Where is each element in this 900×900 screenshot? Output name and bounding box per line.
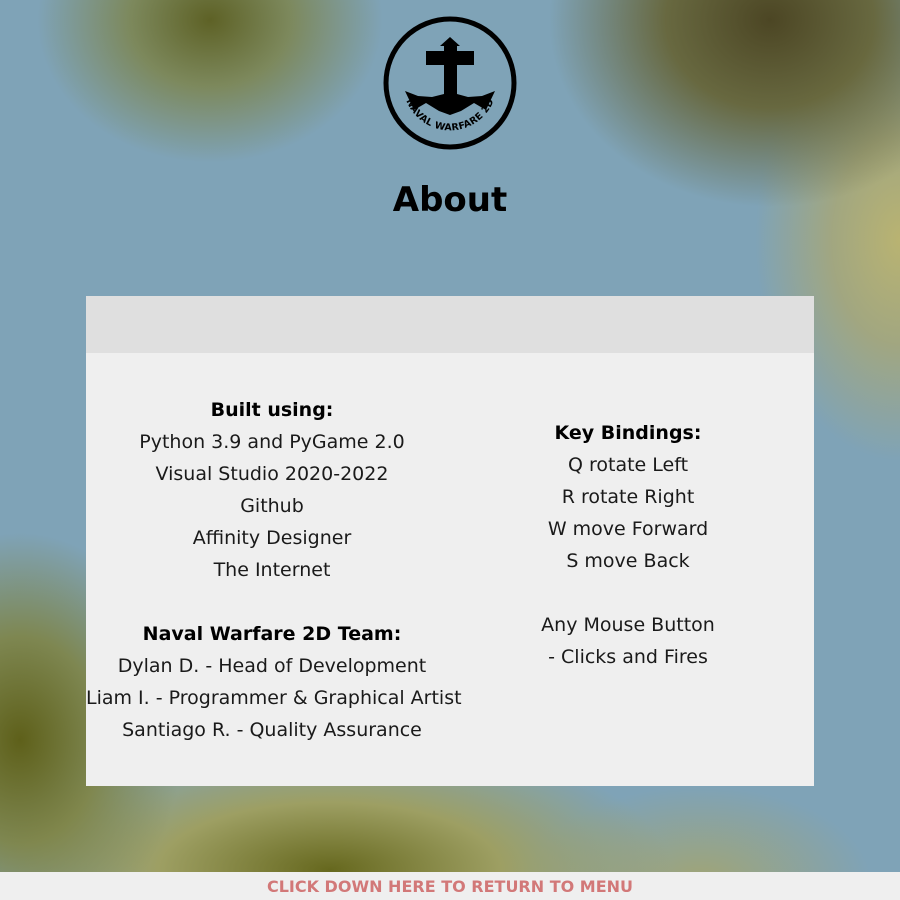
naval-warfare-logo: NAVAL WARFARE 2D	[383, 16, 517, 150]
built-using-item: Visual Studio 2020-2022	[155, 463, 389, 485]
mouse-binding-line: - Clicks and Fires	[548, 646, 708, 668]
key-binding-item: W move Forward	[547, 518, 709, 540]
key-binding-item: R rotate Right	[561, 486, 695, 508]
return-to-menu-link[interactable]: CLICK DOWN HERE TO RETURN TO MENU	[267, 877, 633, 896]
page-title: About	[392, 180, 508, 220]
team-heading: Naval Warfare 2D Team:	[142, 623, 402, 645]
right-column: Key Bindings: Q rotate Left R rotate Rig…	[458, 417, 798, 673]
mouse-binding-line: Any Mouse Button	[541, 614, 715, 636]
team-member: Dylan D. - Head of Development	[117, 655, 427, 677]
built-using-heading: Built using:	[210, 399, 334, 421]
left-column: Built using: Python 3.9 and PyGame 2.0 V…	[86, 394, 462, 746]
key-bindings-heading: Key Bindings:	[554, 422, 702, 444]
team-member: Liam I. - Programmer & Graphical Artist	[86, 687, 462, 709]
panel-header	[86, 296, 814, 353]
key-binding-item: Q rotate Left	[567, 454, 689, 476]
about-panel: Built using: Python 3.9 and PyGame 2.0 V…	[86, 296, 814, 786]
anchor-icon	[405, 37, 495, 115]
key-binding-item: S move Back	[566, 550, 690, 572]
built-using-item: The Internet	[213, 559, 331, 581]
built-using-item: Github	[240, 495, 304, 517]
built-using-item: Python 3.9 and PyGame 2.0	[139, 431, 405, 453]
team-member: Santiago R. - Quality Assurance	[122, 719, 422, 741]
footer-bar[interactable]: CLICK DOWN HERE TO RETURN TO MENU	[0, 872, 900, 900]
built-using-item: Affinity Designer	[192, 527, 352, 549]
